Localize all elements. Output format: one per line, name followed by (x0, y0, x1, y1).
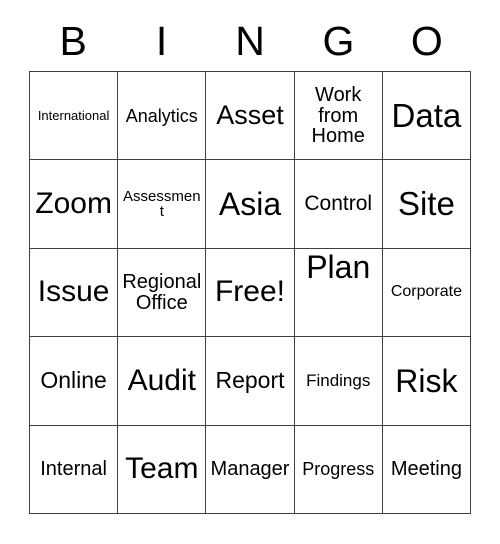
bingo-cell-label: Progress (302, 459, 375, 480)
bingo-cell-label: Zoom (35, 186, 112, 220)
bingo-row: Issue Regional Office Free! Plan Corpora… (30, 248, 472, 338)
bingo-cell-label: Free! (214, 275, 286, 309)
bingo-cell-i1[interactable]: Analytics (118, 72, 207, 161)
bingo-header-row: B I N G O (29, 14, 471, 68)
bingo-cell-label: Issue (37, 275, 110, 309)
bingo-cell-label: Online (40, 367, 107, 394)
bingo-header-letter-g: G (322, 17, 355, 64)
bingo-cell-label: Control (304, 192, 373, 216)
bingo-cell-label: Plan (306, 248, 371, 285)
bingo-cell-o2[interactable]: Site (382, 160, 472, 249)
bingo-cell-o4[interactable]: Risk (382, 337, 472, 426)
bingo-cell-g1[interactable]: Work from Home (294, 72, 383, 161)
bingo-row: Online Audit Report Findings Risk (30, 337, 472, 426)
bingo-card: B I N G O International Analytics Asset … (0, 0, 500, 544)
bingo-cell-i5[interactable]: Team (118, 425, 207, 515)
bingo-grid: International Analytics Asset Work from … (29, 71, 472, 515)
bingo-cell-b2[interactable]: Zoom (30, 160, 119, 249)
bingo-cell-i2[interactable]: Assessment (118, 160, 207, 249)
bingo-cell-i3[interactable]: Regional Office (118, 248, 207, 338)
bingo-cell-o5[interactable]: Meeting (382, 425, 472, 515)
bingo-cell-b3[interactable]: Issue (30, 248, 119, 338)
bingo-cell-b4[interactable]: Online (30, 337, 119, 426)
bingo-cell-label: Manager (210, 458, 290, 481)
bingo-cell-g3[interactable]: Plan (294, 248, 383, 338)
bingo-header-letter-o: O (410, 17, 443, 64)
bingo-cell-b1[interactable]: International (30, 72, 119, 161)
bingo-cell-label: Site (397, 185, 455, 223)
bingo-cell-label: Asset (216, 99, 284, 130)
bingo-row: Internal Team Manager Progress Meeting (30, 425, 472, 515)
bingo-cell-g2[interactable]: Control (294, 160, 383, 249)
bingo-cell-label: Risk (395, 362, 458, 399)
bingo-cell-label: Asia (218, 185, 282, 222)
bingo-cell-n5[interactable]: Manager (206, 425, 295, 515)
bingo-row: Zoom Assessment Asia Control Site (30, 160, 472, 249)
bingo-cell-label: Findings (306, 371, 371, 391)
bingo-cell-label: Report (215, 367, 285, 394)
bingo-cell-n2[interactable]: Asia (206, 160, 295, 249)
bingo-cell-i4[interactable]: Audit (118, 337, 207, 426)
bingo-cell-label: Audit (127, 363, 196, 397)
bingo-cell-g4[interactable]: Findings (294, 337, 383, 426)
bingo-cell-label: Corporate (390, 283, 462, 301)
bingo-cell-label: Data (391, 96, 462, 134)
bingo-cell-label: Meeting (390, 458, 462, 481)
bingo-cell-label: Team (125, 452, 199, 486)
bingo-cell-n4[interactable]: Report (206, 337, 295, 426)
bingo-header-letter-i: I (155, 17, 168, 64)
bingo-cell-o1[interactable]: Data (382, 72, 472, 161)
bingo-cell-o3[interactable]: Corporate (382, 248, 472, 338)
bingo-header-letter-b: B (59, 17, 87, 64)
bingo-cell-b5[interactable]: Internal (30, 425, 119, 515)
bingo-cell-n1[interactable]: Asset (206, 72, 295, 161)
bingo-cell-g5[interactable]: Progress (294, 425, 383, 515)
bingo-cell-label: Analytics (125, 105, 198, 126)
bingo-cell-label: Regional Office (122, 271, 202, 314)
bingo-cell-label: Assessment (123, 187, 201, 221)
bingo-header-letter-n: N (235, 17, 265, 64)
bingo-cell-label: Internal (40, 458, 107, 481)
bingo-cell-free-space[interactable]: Free! (206, 248, 295, 338)
bingo-cell-label: Work from Home (311, 84, 365, 147)
bingo-row: International Analytics Asset Work from … (30, 72, 472, 161)
bingo-cell-label: International (37, 108, 110, 124)
